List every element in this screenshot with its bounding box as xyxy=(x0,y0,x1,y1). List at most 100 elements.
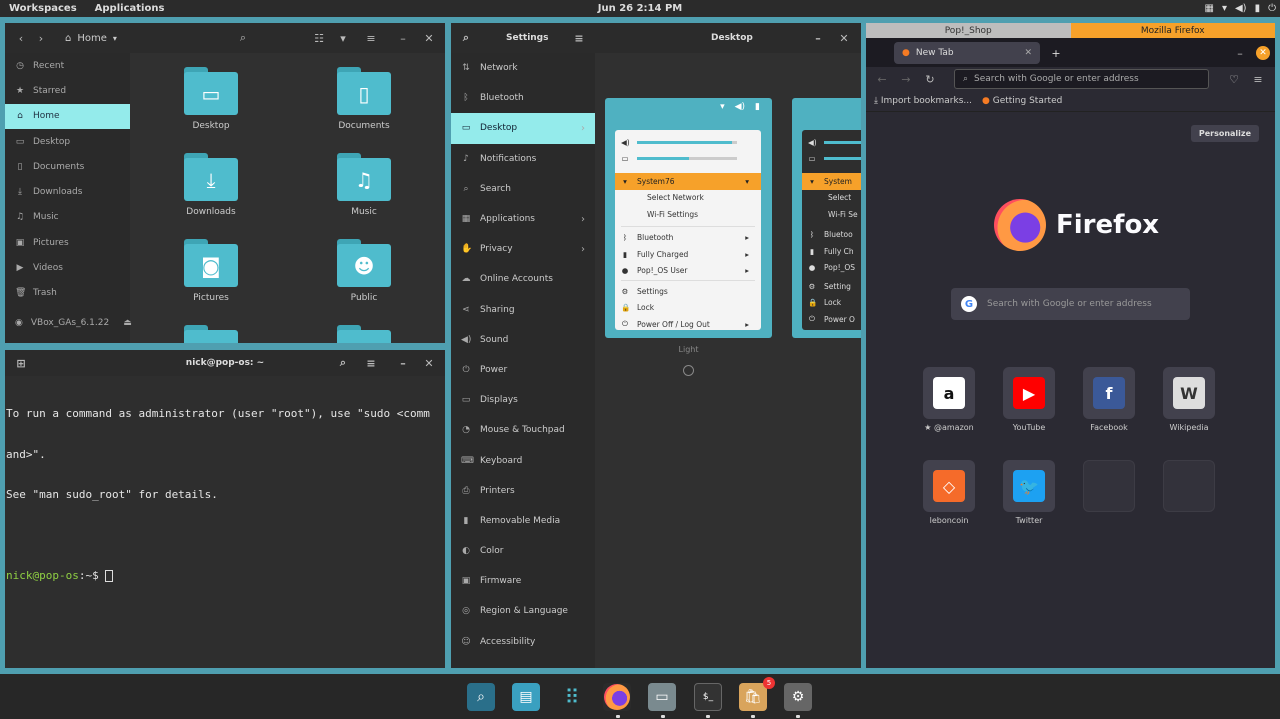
new-tab-button[interactable]: + xyxy=(1046,43,1066,63)
settings-nav-firmware[interactable]: ▣ Firmware xyxy=(451,566,595,596)
files-icon[interactable]: ▭ xyxy=(648,683,676,711)
settings-nav-search[interactable]: ⌕ Search xyxy=(451,174,595,204)
sidebar-item-downloads[interactable]: ⤓ Downloads xyxy=(5,179,130,204)
settings-nav-keyboard[interactable]: ⌨ Keyboard xyxy=(451,445,595,475)
terminal-icon[interactable]: $_ xyxy=(694,683,722,711)
folder-public[interactable]: ☻ Public xyxy=(314,239,414,303)
applications-button[interactable]: Applications xyxy=(86,3,174,14)
settings-nav-applications[interactable]: ▦ Applications › xyxy=(451,204,595,234)
reload-icon[interactable]: ↻ xyxy=(920,69,940,89)
sidebar-item-home[interactable]: ⌂ Home xyxy=(5,103,130,129)
sidebar-item-vbox-gas-6-1-22[interactable]: ◉ VBox_GAs_6.1.22 ⏏ xyxy=(5,310,132,335)
gear-icon[interactable]: ⚙ xyxy=(784,683,812,711)
folder-downloads[interactable]: ⤓ Downloads xyxy=(161,153,261,217)
theme-card-light[interactable]: ▾ ◀) ▮ ◀) ▭ ▾ System76 ▾ Select Network … xyxy=(605,98,772,338)
search-icon[interactable]: ⌕ xyxy=(333,353,353,373)
top-site-facebook[interactable]: f Facebook xyxy=(1081,367,1137,432)
personalize-button[interactable]: Personalize xyxy=(1190,125,1259,142)
menu-icon[interactable]: ≡ xyxy=(361,28,381,48)
settings-nav-privacy[interactable]: ✋ Privacy › xyxy=(451,234,595,264)
settings-nav-accessibility[interactable]: ☺ Accessibility xyxy=(451,627,595,657)
settings-nav-mouse-touchpad[interactable]: ◔ Mouse & Touchpad xyxy=(451,415,595,445)
sidebar-item-videos[interactable]: ▶ Videos xyxy=(5,255,130,280)
settings-nav-sharing[interactable]: ⋖ Sharing xyxy=(451,295,595,325)
pocket-icon[interactable]: ♡ xyxy=(1224,69,1244,89)
new-tab-icon[interactable]: ⊞ xyxy=(11,353,31,373)
eject-icon[interactable]: ⏏ xyxy=(123,318,132,328)
settings-nav-bluetooth[interactable]: ᛒ Bluetooth xyxy=(451,83,595,113)
window-tab-popshop[interactable]: Pop!_Shop xyxy=(866,23,1071,38)
settings-nav-sound[interactable]: ◀) Sound xyxy=(451,325,595,355)
firefox-icon[interactable] xyxy=(603,683,631,711)
settings-nav-displays[interactable]: ▭ Displays xyxy=(451,385,595,415)
folder-partial[interactable] xyxy=(161,325,261,343)
empty-top-site[interactable] xyxy=(1081,460,1137,516)
search-launcher-icon[interactable]: ⌕ xyxy=(467,683,495,711)
minimize-icon[interactable]: – xyxy=(808,28,828,48)
settings-nav-printers[interactable]: ⎙ Printers xyxy=(451,476,595,506)
clock[interactable]: Jun 26 2:14 PM xyxy=(0,3,1280,14)
menu-icon[interactable]: ≡ xyxy=(361,353,381,373)
search-icon[interactable]: ⌕ xyxy=(456,28,476,48)
terminal-window[interactable]: ⊞ nick@pop-os: ~ ⌕ ≡ – ✕ To run a comman… xyxy=(5,350,445,668)
settings-nav-online-accounts[interactable]: ☁ Online Accounts xyxy=(451,264,595,294)
forward-icon[interactable]: → xyxy=(896,69,916,89)
system-tray[interactable]: ▦ ▾ ◀) ▮ ⏻ xyxy=(1204,0,1276,17)
top-site-leboncoin[interactable]: ◇ leboncoin xyxy=(921,460,977,525)
top-site-amazon[interactable]: a ★ @amazon xyxy=(921,367,977,432)
forward-icon[interactable]: › xyxy=(31,28,51,48)
empty-top-site[interactable] xyxy=(1161,460,1217,516)
search-box[interactable]: G Search with Google or enter address xyxy=(951,288,1190,320)
settings-nav-notifications[interactable]: ♪ Notifications xyxy=(451,144,595,174)
workspaces-icon[interactable]: ▤ xyxy=(512,683,540,711)
settings-nav-region-language[interactable]: ◎ Region & Language xyxy=(451,596,595,626)
close-icon[interactable]: ✕ xyxy=(419,353,439,373)
settings-nav-network[interactable]: ⇅ Network xyxy=(451,53,595,83)
terminal-output[interactable]: To run a command as administrator (user … xyxy=(5,376,445,610)
minimize-icon[interactable]: – xyxy=(393,353,413,373)
workspaces-button[interactable]: Workspaces xyxy=(0,3,86,14)
menu-icon[interactable]: ≡ xyxy=(569,28,589,48)
folder-desktop[interactable]: ▭ Desktop xyxy=(161,67,261,131)
close-icon[interactable]: ✕ xyxy=(834,28,854,48)
folder-partial[interactable] xyxy=(314,325,414,343)
sidebar-item-starred[interactable]: ★ Starred xyxy=(5,78,130,103)
top-site-youtube[interactable]: ▶ YouTube xyxy=(1001,367,1057,432)
top-site-wikipedia[interactable]: W Wikipedia xyxy=(1161,367,1217,432)
minimize-icon[interactable]: – xyxy=(1230,43,1250,63)
sidebar-item-recent[interactable]: ◷ Recent xyxy=(5,53,130,78)
minimize-icon[interactable]: – xyxy=(393,28,413,48)
settings-nav-power[interactable]: ⏻ Power xyxy=(451,355,595,385)
url-bar[interactable]: ⌕ Search with Google or enter address xyxy=(954,69,1209,89)
folder-pictures[interactable]: ◙ Pictures xyxy=(161,239,261,303)
close-icon[interactable]: ✕ xyxy=(1256,46,1270,60)
close-icon[interactable]: ✕ xyxy=(419,28,439,48)
sidebar-item-trash[interactable]: 🗑 Trash xyxy=(5,281,130,306)
app-grid-icon[interactable]: ⠿ xyxy=(558,683,586,711)
browser-tab[interactable]: ● New Tab ✕ xyxy=(894,42,1040,64)
folder-documents[interactable]: ▯ Documents xyxy=(314,67,414,131)
light-theme-radio[interactable] xyxy=(683,365,694,376)
view-list-icon[interactable]: ☷ xyxy=(309,28,329,48)
shop-icon[interactable]: 🛍 xyxy=(739,683,767,711)
settings-nav-color[interactable]: ◐ Color xyxy=(451,536,595,566)
back-icon[interactable]: ‹ xyxy=(11,28,31,48)
theme-card-dark[interactable]: ◀) ▭ ▾ System Select Wi-Fi Se ᛒ Bluetoo ▮ F… xyxy=(792,98,861,338)
settings-nav-desktop[interactable]: ▭ Desktop › xyxy=(451,113,595,144)
close-icon[interactable]: ✕ xyxy=(1024,48,1032,58)
sidebar-item-documents[interactable]: ▯ Documents xyxy=(5,154,130,179)
settings-nav-removable-media[interactable]: ▮ Removable Media xyxy=(451,506,595,536)
path-bar[interactable]: ⌂ Home ▾ xyxy=(65,33,117,44)
bookmark-import[interactable]: ⤓ Import bookmarks... xyxy=(874,96,972,106)
bookmark-getting-started[interactable]: ● Getting Started xyxy=(982,96,1062,106)
folder-music[interactable]: ♫ Music xyxy=(314,153,414,217)
menu-icon[interactable]: ≡ xyxy=(1248,69,1268,89)
search-icon[interactable]: ⌕ xyxy=(233,28,253,48)
sidebar-item-music[interactable]: ♫ Music xyxy=(5,205,130,230)
top-site-twitter[interactable]: 🐦 Twitter xyxy=(1001,460,1057,525)
window-tab-firefox[interactable]: Mozilla Firefox xyxy=(1070,23,1275,38)
sidebar-item-desktop[interactable]: ▭ Desktop xyxy=(5,129,130,154)
chevron-down-icon[interactable]: ▾ xyxy=(333,28,353,48)
sidebar-item-pictures[interactable]: ▣ Pictures xyxy=(5,230,130,255)
back-icon[interactable]: ← xyxy=(872,69,892,89)
